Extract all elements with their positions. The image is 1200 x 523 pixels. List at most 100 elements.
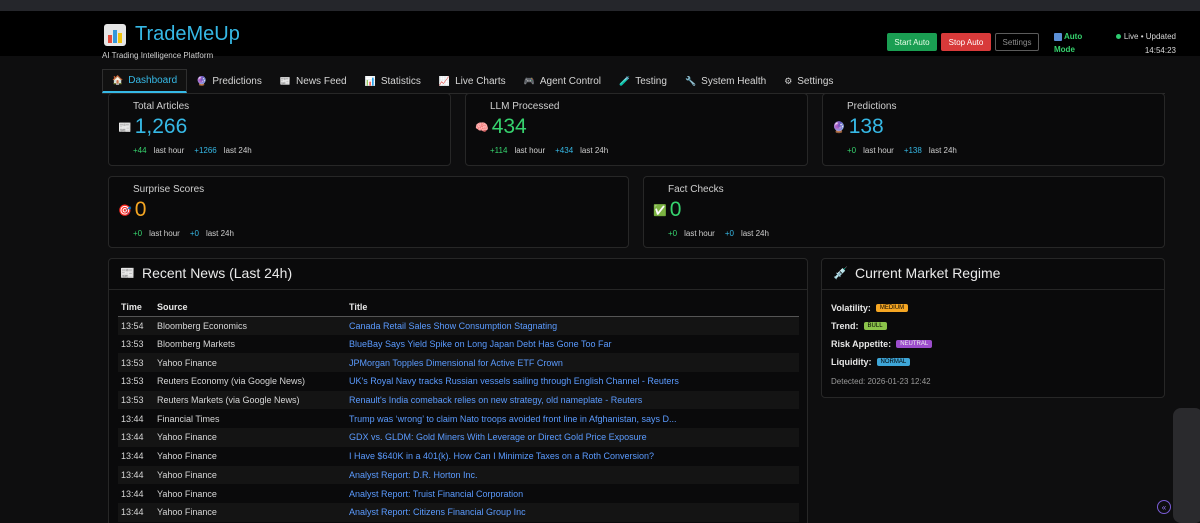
news-title-link[interactable]: BlueBay Says Yield Spike on Long Japan D… bbox=[349, 339, 612, 349]
cell-source: Yahoo Finance bbox=[154, 502, 346, 522]
stat-value: 0 bbox=[134, 198, 147, 221]
news-table: Time Source Title 13:54 Bloomberg Economi… bbox=[118, 298, 799, 522]
cell-time: 13:44 bbox=[118, 465, 154, 485]
cell-title: Renault's India comeback relies on new s… bbox=[346, 390, 799, 410]
news-title-link[interactable]: Trump was ‘wrong’ to claim Nato troops a… bbox=[349, 414, 677, 424]
news-title-link[interactable]: Analyst Report: Citizens Financial Group… bbox=[349, 507, 526, 517]
cell-title: Analyst Report: Truist Financial Corpora… bbox=[346, 484, 799, 503]
browser-top-strip bbox=[0, 0, 1200, 11]
cell-time: 13:44 bbox=[118, 502, 154, 522]
table-row: 13:53 Bloomberg Markets BlueBay Says Yield… bbox=[118, 334, 799, 354]
news-title-link[interactable]: Renault's India comeback relies on new s… bbox=[349, 395, 642, 405]
app-title: TradeMeUp bbox=[135, 23, 240, 45]
cell-title: UK's Royal Navy tracks Russian vessels s… bbox=[346, 372, 799, 391]
stat-card-fact-checks: Fact Checks ✅ 0 +0 last hour +0 last 24h bbox=[643, 176, 1165, 248]
cell-title: BlueBay Says Yield Spike on Long Japan D… bbox=[346, 334, 799, 354]
gamepad-icon: 🎮 bbox=[523, 75, 535, 86]
refresh-icon bbox=[1054, 32, 1062, 41]
cell-source: Reuters Economy (via Google News) bbox=[154, 372, 346, 391]
news-title-link[interactable]: JPMorgan Topples Dimensional for Active … bbox=[349, 358, 563, 368]
cell-title: Trump was ‘wrong’ to claim Nato troops a… bbox=[346, 409, 799, 429]
newspaper-icon: 📰 bbox=[120, 266, 135, 280]
recent-news-title: 📰 Recent News (Last 24h) bbox=[120, 265, 293, 281]
regime-trend: Trend: BULL bbox=[831, 317, 932, 335]
cell-time: 13:53 bbox=[118, 334, 154, 354]
table-row: 13:44 Yahoo Finance Analyst Report: Citize… bbox=[118, 502, 799, 522]
column-header-source: Source bbox=[154, 298, 346, 317]
app-tagline: AI Trading Intelligence Platform bbox=[102, 51, 214, 60]
check-icon: ✅ bbox=[653, 204, 667, 217]
main-tabs: 🏠 Dashboard 🔮 Predictions 📰 News Feed 📊 Stat… bbox=[102, 69, 842, 93]
table-row: 13:44 Yahoo Finance Analyst Report: Truist… bbox=[118, 484, 799, 503]
tab-system-health[interactable]: 🔧 System Health bbox=[676, 69, 775, 93]
tab-settings[interactable]: ⚙ Settings bbox=[775, 69, 842, 93]
regime-detected-time: Detected: 2026-01-23 12:42 bbox=[831, 377, 931, 386]
target-icon: 🎯 bbox=[118, 204, 132, 217]
cell-time: 13:53 bbox=[118, 353, 154, 373]
cell-time: 13:44 bbox=[118, 428, 154, 447]
tab-news-feed[interactable]: 📰 News Feed bbox=[271, 69, 356, 93]
start-auto-button[interactable]: Start Auto bbox=[887, 33, 937, 51]
syringe-icon: 💉 bbox=[833, 266, 848, 280]
news-title-link[interactable]: Canada Retail Sales Show Consumption Sta… bbox=[349, 321, 557, 331]
home-icon: 🏠 bbox=[112, 75, 124, 85]
side-drawer-handle[interactable] bbox=[1173, 408, 1200, 523]
cell-title: Canada Retail Sales Show Consumption Sta… bbox=[346, 316, 799, 335]
cell-title: Analyst Report: Citizens Financial Group… bbox=[346, 502, 799, 522]
newspaper-icon: 📰 bbox=[118, 121, 132, 134]
tab-dashboard[interactable]: 🏠 Dashboard bbox=[102, 69, 188, 93]
table-row: 13:53 Reuters Markets (via Google News) Re… bbox=[118, 390, 799, 410]
tab-live-charts[interactable]: 📈 Live Charts bbox=[430, 69, 515, 93]
cell-time: 13:44 bbox=[118, 446, 154, 466]
status-badge: NORMAL bbox=[876, 358, 911, 366]
cell-source: Yahoo Finance bbox=[154, 428, 346, 447]
stat-card-predictions: Predictions 🔮 138 +0 last hour +138 last 24h bbox=[822, 93, 1165, 166]
collapse-chevron-icon[interactable]: « bbox=[1157, 500, 1171, 514]
brand: TradeMeUp bbox=[104, 23, 240, 46]
panel-divider bbox=[109, 289, 807, 290]
cell-source: Yahoo Finance bbox=[154, 465, 346, 485]
cell-source: Bloomberg Economics bbox=[154, 316, 346, 335]
stat-card-llm-processed: LLM Processed 🧠 434 +114 last hour +434 last… bbox=[465, 93, 808, 166]
settings-button[interactable]: Settings bbox=[995, 33, 1039, 51]
cell-source: Reuters Markets (via Google News) bbox=[154, 390, 346, 410]
news-title-link[interactable]: Analyst Report: D.R. Horton Inc. bbox=[349, 470, 478, 480]
regime-liquidity: Liquidity: NORMAL bbox=[831, 353, 932, 371]
tab-testing[interactable]: 🧪 Testing bbox=[610, 69, 676, 93]
tab-statistics[interactable]: 📊 Statistics bbox=[356, 69, 430, 93]
table-row: 13:54 Bloomberg Economics Canada Retail Sa… bbox=[118, 316, 799, 335]
news-title-link[interactable]: UK's Royal Navy tracks Russian vessels s… bbox=[349, 376, 679, 386]
news-title-link[interactable]: I Have $640K in a 401(k). How Can I Mini… bbox=[349, 451, 654, 461]
cell-source: Financial Times bbox=[154, 409, 346, 429]
regime-risk-appetite: Risk Appetite: NEUTRAL bbox=[831, 335, 933, 353]
stop-auto-button[interactable]: Stop Auto bbox=[941, 33, 991, 51]
cell-title: Analyst Report: D.R. Horton Inc. bbox=[346, 465, 799, 485]
cell-time: 13:44 bbox=[118, 409, 154, 429]
column-header-time: Time bbox=[118, 298, 154, 317]
newspaper-icon: 📰 bbox=[279, 75, 292, 86]
news-title-link[interactable]: GDX vs. GLDM: Gold Miners With Leverage … bbox=[349, 432, 647, 442]
stat-value: 434 bbox=[491, 115, 527, 138]
cell-time: 13:53 bbox=[118, 372, 154, 391]
cell-title: GDX vs. GLDM: Gold Miners With Leverage … bbox=[346, 428, 799, 447]
stat-card-surprise-scores: Surprise Scores 🎯 0 +0 last hour +0 last 24h bbox=[108, 176, 629, 248]
stat-value: 0 bbox=[669, 198, 682, 221]
cell-source: Yahoo Finance bbox=[154, 446, 346, 466]
cell-source: Yahoo Finance bbox=[154, 484, 346, 503]
table-row: 13:44 Yahoo Finance I Have $640K in a 401(… bbox=[118, 446, 799, 466]
cell-title: I Have $640K in a 401(k). How Can I Mini… bbox=[346, 446, 799, 466]
tab-agent-control[interactable]: 🎮 Agent Control bbox=[515, 69, 610, 93]
updated-time: 14:54:23 bbox=[1144, 46, 1176, 55]
gear-icon: ⚙ bbox=[784, 75, 793, 86]
news-title-link[interactable]: Analyst Report: Truist Financial Corpora… bbox=[349, 489, 523, 499]
test-tube-icon: 🧪 bbox=[619, 75, 631, 86]
line-chart-icon: 📈 bbox=[438, 75, 451, 86]
cell-time: 13:53 bbox=[118, 390, 154, 410]
status-badge: NEUTRAL bbox=[896, 340, 933, 348]
recent-news-panel: 📰 Recent News (Last 24h) Time Source Titl… bbox=[108, 258, 808, 523]
tab-predictions[interactable]: 🔮 Predictions bbox=[187, 69, 271, 93]
cell-time: 13:54 bbox=[118, 316, 154, 335]
cell-title: JPMorgan Topples Dimensional for Active … bbox=[346, 353, 799, 373]
column-header-title: Title bbox=[346, 298, 799, 317]
panel-divider bbox=[822, 289, 1164, 290]
